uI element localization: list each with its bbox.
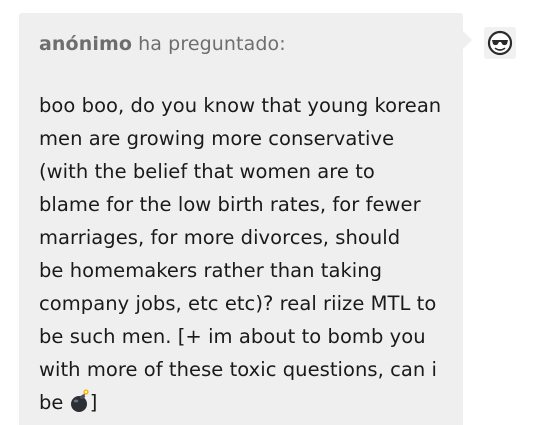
last-line-prefix: be [39, 391, 70, 414]
question-line: company jobs, etc etc)? real riize MTL t… [39, 292, 437, 315]
bubble-tail [463, 31, 472, 49]
sunglasses-smiley-icon [484, 27, 516, 59]
question-line: (with the belief that women are to [39, 160, 375, 183]
bomb-emoji-icon [70, 388, 90, 413]
question-line: boo boo, do you know that young korean [39, 94, 442, 117]
question-line-last: be ] [39, 386, 443, 419]
ask-header: anónimo ha preguntado: [39, 31, 443, 57]
last-line-suffix: ] [89, 391, 98, 414]
question-line: marriages, for more divorces, should [39, 226, 401, 249]
asker-name[interactable]: anónimo [39, 33, 132, 55]
avatar[interactable] [484, 27, 516, 59]
question-line: blame for the low birth rates, for fewer [39, 193, 421, 216]
ask-question: boo boo, do you know that young korean m… [39, 89, 443, 419]
ask-post: anónimo ha preguntado: boo boo, do you k… [0, 0, 540, 425]
question-line: be homemakers rather than taking [39, 259, 383, 282]
question-line: men are growing more conservative [39, 127, 395, 150]
question-line: be such men. [+ im about to bomb you [39, 325, 426, 348]
ask-bubble: anónimo ha preguntado: boo boo, do you k… [19, 13, 463, 425]
ask-verb: ha preguntado: [138, 33, 286, 55]
question-line: with more of these toxic questions, can … [39, 358, 437, 381]
